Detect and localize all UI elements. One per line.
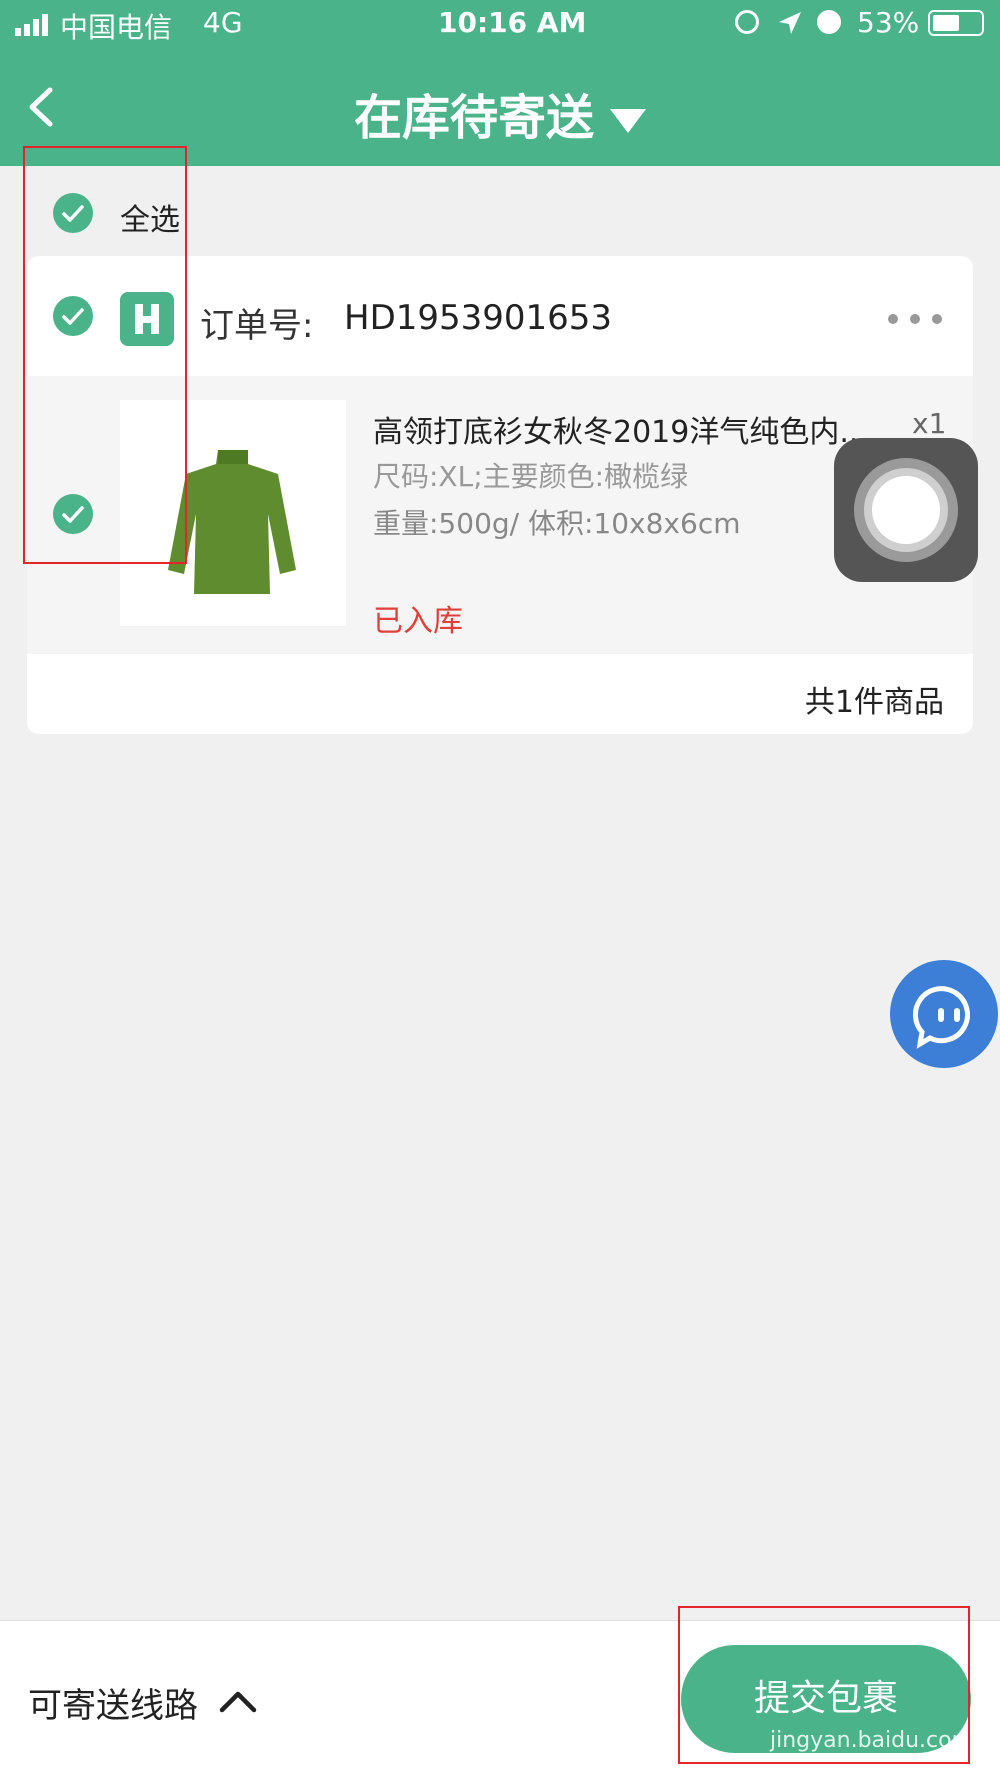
more-options-icon[interactable]: [888, 312, 944, 326]
network-label: 4G: [203, 6, 243, 39]
dropdown-triangle-icon: [610, 109, 646, 133]
product-title: 高领打底衫女秋冬2019洋气纯色内...: [373, 415, 868, 450]
assistive-touch-button[interactable]: [834, 438, 978, 582]
alarm-icon: [817, 10, 841, 34]
signal-icon: [15, 14, 49, 36]
order-number-label: 订单号:: [200, 306, 314, 346]
page-title[interactable]: 在库待寄送: [0, 78, 1000, 148]
product-quantity: x1: [912, 407, 947, 440]
location-icon: [777, 10, 803, 40]
status-time: 10:16 AM: [438, 6, 587, 39]
highlight-box-checkboxes: [23, 146, 187, 564]
battery-icon: [928, 10, 984, 36]
page-title-text: 在库待寄送: [353, 90, 594, 146]
chevron-up-icon[interactable]: [218, 1682, 258, 1726]
carrier-label: 中国电信: [60, 11, 173, 44]
order-summary: 共1件商品: [804, 685, 944, 720]
product-weight-volume: 重量:500g/ 体积:10x8x6cm: [373, 507, 741, 540]
product-spec: 尺码:XL;主要颜色:橄榄绿: [373, 460, 689, 493]
product-status: 已入库: [373, 604, 463, 639]
battery-percent: 53%: [857, 6, 920, 39]
customer-service-button[interactable]: [890, 960, 998, 1068]
order-number: HD1953901653: [344, 298, 613, 338]
chat-bot-icon: [912, 986, 970, 1049]
highlight-box-submit: [678, 1606, 970, 1764]
rotation-lock-icon: [735, 10, 759, 34]
route-label[interactable]: 可寄送线路: [28, 1678, 198, 1727]
